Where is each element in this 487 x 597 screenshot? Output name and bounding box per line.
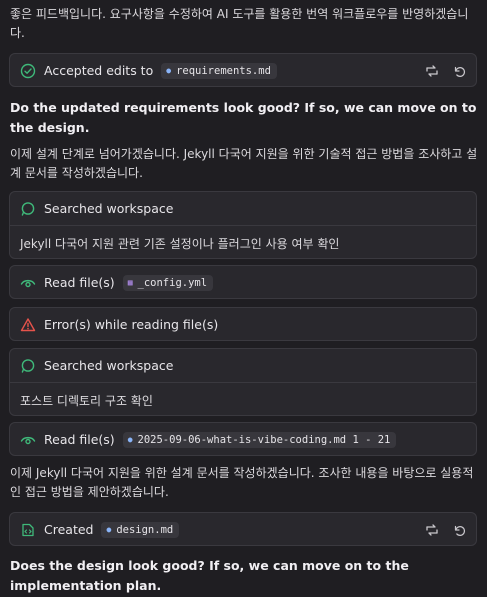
markdown-file-icon: ● <box>106 525 112 534</box>
file-chip-requirements[interactable]: ● requirements.md <box>161 62 277 79</box>
search-bubble-icon <box>20 201 36 217</box>
file-chip-post[interactable]: ● 2025-09-06-what-is-vibe-coding.md 1 - … <box>122 431 397 448</box>
searched-workspace-card-1[interactable]: Searched workspace Jekyll 다국어 지원 관련 기존 설… <box>9 191 477 259</box>
markdown-file-icon: ● <box>166 66 172 75</box>
file-chip-name: 2025-09-06-what-is-vibe-coding.md 1 - 21 <box>137 433 391 446</box>
eye-icon <box>20 275 36 291</box>
warning-icon <box>20 317 36 333</box>
code-file-icon <box>20 522 36 538</box>
accepted-edits-card[interactable]: Accepted edits to ● requirements.md <box>9 53 477 87</box>
searched-workspace-label: Searched workspace <box>44 358 174 373</box>
accepted-edits-label: Accepted edits to <box>44 63 154 78</box>
read-file-card-1[interactable]: Read file(s) ▦ _config.yml <box>9 265 477 299</box>
search-detail-text: 포스트 디렉토리 구조 확인 <box>10 382 476 417</box>
file-chip-name: _config.yml <box>137 276 208 289</box>
read-error-card[interactable]: Error(s) while reading file(s) <box>9 307 477 341</box>
file-chip-name: design.md <box>116 523 174 536</box>
searched-workspace-label: Searched workspace <box>44 201 174 216</box>
question-design: Does the design look good? If so, we can… <box>10 558 409 593</box>
error-label: Error(s) while reading file(s) <box>44 317 219 332</box>
created-file-card[interactable]: Created ● design.md <box>9 512 477 546</box>
revert-button[interactable] <box>452 64 466 78</box>
file-chip-design[interactable]: ● design.md <box>101 521 180 538</box>
view-diff-button[interactable] <box>424 63 440 79</box>
design-intro-message: 이제 설계 단계로 넘어가겠습니다. Jekyll 다국어 지원을 위한 기술적… <box>10 147 478 180</box>
created-label: Created <box>44 522 94 537</box>
design-write-message: 이제 Jekyll 다국어 지원을 위한 설계 문서를 작성하겠습니다. 조사한… <box>10 466 474 499</box>
markdown-file-icon: ● <box>127 435 133 444</box>
revert-button[interactable] <box>452 523 466 537</box>
eye-icon <box>20 432 36 448</box>
read-file-label: Read file(s) <box>44 275 115 290</box>
undo-icon <box>454 525 465 536</box>
search-detail-text: Jekyll 다국어 지원 관련 기존 설정이나 플러그인 사용 여부 확인 <box>10 225 476 260</box>
search-bubble-icon <box>20 358 36 374</box>
question-requirements: Do the updated requirements look good? I… <box>10 100 477 135</box>
compare-icon <box>426 64 438 77</box>
intro-message: 좋은 피드백입니다. 요구사항을 수정하여 AI 도구를 활용한 번역 워크플로… <box>10 7 469 40</box>
read-file-label: Read file(s) <box>44 432 115 447</box>
yaml-file-icon: ▦ <box>127 278 133 287</box>
file-chip-name: requirements.md <box>176 64 271 77</box>
compare-icon <box>426 523 438 536</box>
searched-workspace-card-2[interactable]: Searched workspace 포스트 디렉토리 구조 확인 <box>9 348 477 416</box>
check-circle-icon <box>20 63 36 79</box>
read-file-card-2[interactable]: Read file(s) ● 2025-09-06-what-is-vibe-c… <box>9 422 477 456</box>
undo-icon <box>454 66 465 77</box>
view-diff-button[interactable] <box>424 522 440 538</box>
file-chip-config[interactable]: ▦ _config.yml <box>122 274 214 291</box>
